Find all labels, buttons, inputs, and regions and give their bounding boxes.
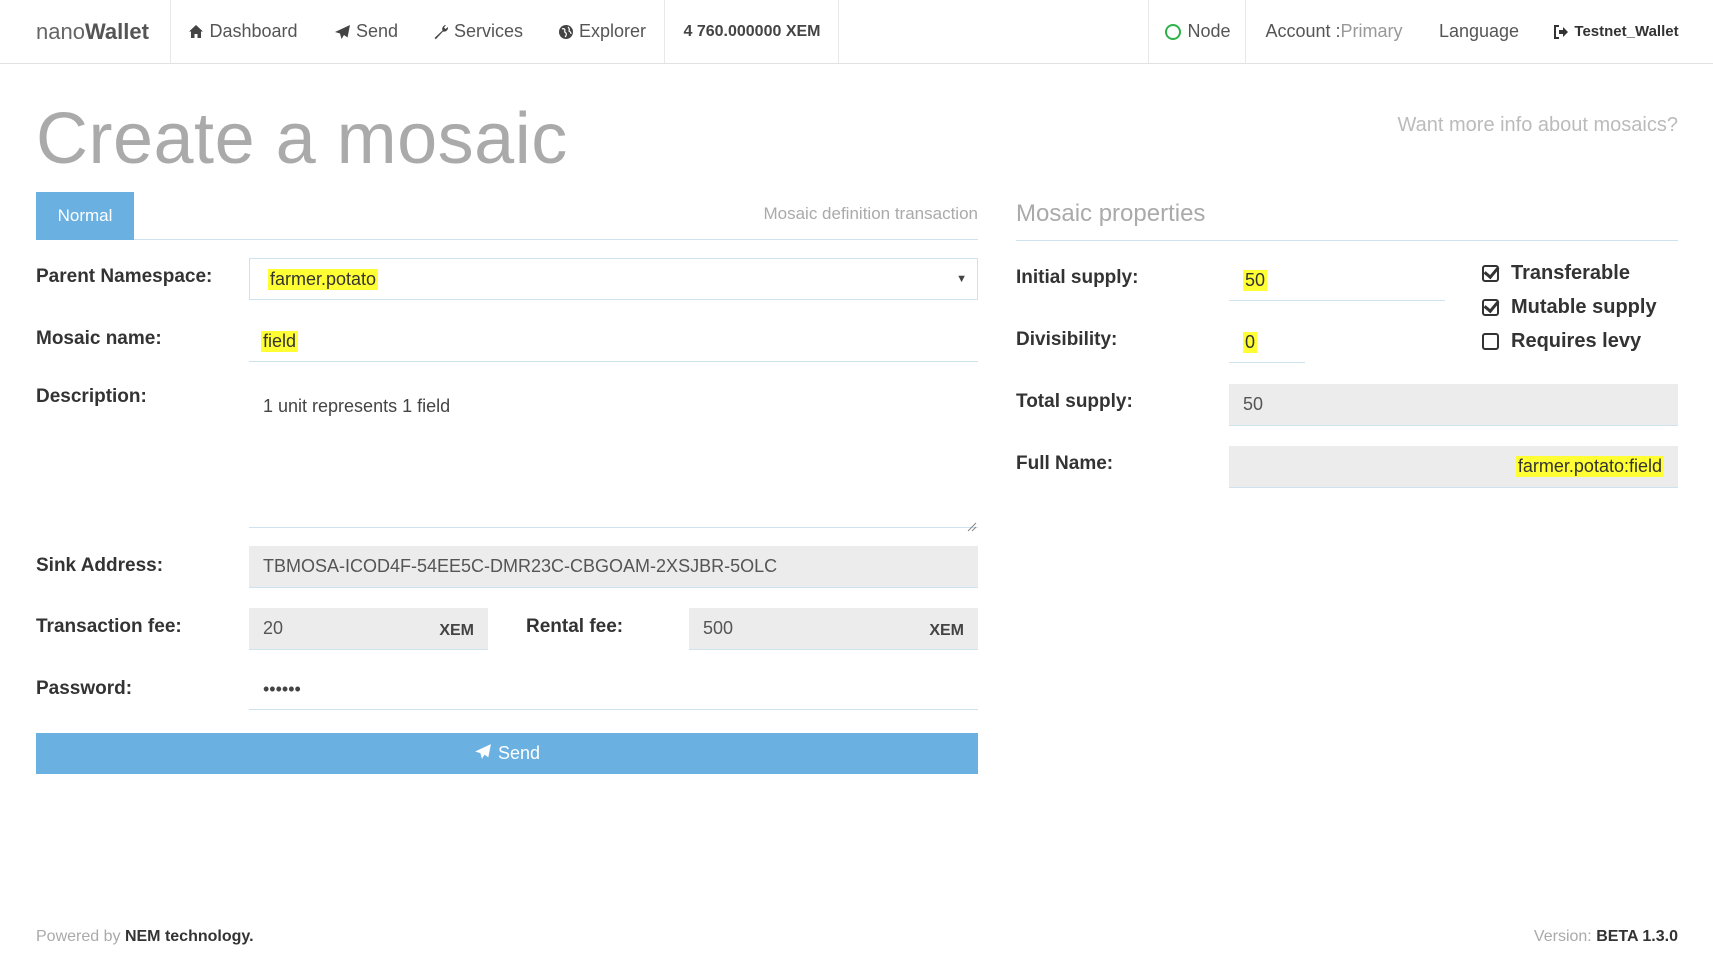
requires-levy-label: Requires levy	[1511, 330, 1642, 352]
checkbox-checked-icon	[1482, 265, 1499, 282]
total-supply-field: 50	[1229, 384, 1678, 426]
password-input[interactable]: ••••••	[249, 670, 978, 710]
nav-services-label: Services	[453, 21, 524, 41]
nav-account-label: Account :	[1265, 21, 1341, 41]
nav-send[interactable]: Send	[332, 0, 400, 63]
rental-fee-field: 500 XEM	[689, 608, 978, 650]
nav-dashboard-label: Dashboard	[209, 21, 298, 41]
send-button-label: Send	[497, 743, 541, 763]
full-name-value: farmer.potato:field	[1515, 456, 1664, 477]
password-value: ••••••	[263, 679, 301, 699]
nav-explorer[interactable]: Explorer	[558, 0, 646, 63]
sign-out-icon	[1553, 24, 1569, 39]
transferable-label: Transferable	[1511, 262, 1630, 284]
nav-divider	[1245, 0, 1246, 63]
brand-prefix: nano	[36, 18, 85, 44]
nav-language[interactable]: Language	[1436, 0, 1522, 63]
balance-display: 4 760.000000 XEM	[683, 22, 821, 40]
password-label: Password:	[36, 678, 133, 699]
paper-plane-icon	[334, 24, 351, 40]
nav-explorer-label: Explorer	[578, 21, 647, 41]
nav-send-label: Send	[355, 21, 399, 41]
mosaic-properties-title: Mosaic properties	[1016, 200, 1206, 227]
mosaic-name-label: Mosaic name:	[36, 328, 162, 349]
nav-node[interactable]: Node	[1160, 0, 1236, 63]
transaction-fee-unit: XEM	[439, 622, 474, 639]
nav-divider	[170, 0, 171, 63]
nav-account[interactable]: Account : Primary	[1262, 0, 1406, 63]
node-status-icon	[1165, 23, 1182, 40]
parent-namespace-value: farmer.potato	[268, 268, 379, 290]
caret-down-icon: ▼	[956, 273, 967, 285]
brand-suffix: Wallet	[84, 18, 149, 44]
mosaic-name-value: field	[261, 331, 299, 352]
nav-account-value: Primary	[1340, 21, 1403, 41]
divisibility-label: Divisibility:	[1016, 329, 1118, 350]
nav-dashboard[interactable]: Dashboard	[188, 0, 298, 63]
description-label: Description:	[36, 386, 147, 407]
transaction-fee-value: 20	[263, 618, 284, 638]
sink-address-field: TBMOSA-ICOD4F-54EE5C-DMR23C-CBGOAM-2XSJB…	[249, 546, 978, 588]
description-value: 1 unit represents 1 field	[263, 396, 451, 416]
rental-fee-unit: XEM	[929, 622, 964, 639]
parent-namespace-select[interactable]: farmer.potato ▼	[249, 258, 978, 300]
nav-divider	[838, 0, 839, 63]
nav-divider	[664, 0, 665, 63]
nav-language-label: Language	[1438, 21, 1520, 41]
tab-normal[interactable]: Normal	[36, 192, 134, 240]
home-icon	[188, 24, 204, 39]
divisibility-input[interactable]: 0	[1229, 323, 1305, 363]
wrench-icon	[433, 24, 449, 40]
footer-version-prefix: Version:	[1533, 928, 1597, 945]
initial-supply-input[interactable]: 50	[1229, 261, 1445, 301]
description-textarea[interactable]: 1 unit represents 1 field	[249, 378, 978, 532]
top-navbar: nano Wallet Dashboard Send Services Explo…	[0, 0, 1713, 64]
checkbox-checked-icon	[1482, 299, 1499, 316]
total-supply-label: Total supply:	[1016, 391, 1133, 412]
sink-address-label: Sink Address:	[36, 555, 164, 576]
footer-nem-link[interactable]: NEM technology.	[125, 928, 254, 945]
globe-icon	[558, 24, 574, 40]
initial-supply-label: Initial supply:	[1016, 267, 1139, 288]
mosaic-name-input[interactable]: field	[249, 322, 978, 362]
full-name-label: Full Name:	[1016, 453, 1114, 474]
mutable-supply-checkbox[interactable]: Mutable supply	[1482, 296, 1657, 319]
tab-caption: Mosaic definition transaction	[763, 204, 978, 223]
nav-node-label: Node	[1187, 21, 1231, 41]
resize-grip-icon[interactable]	[967, 516, 977, 532]
mosaic-info-link[interactable]: Want more info about mosaics?	[1398, 114, 1679, 137]
wallet-name: Testnet_Wallet	[1574, 23, 1679, 40]
send-button[interactable]: Send	[36, 733, 978, 774]
footer-version: Version: BETA 1.3.0	[1534, 928, 1678, 946]
footer-powered-prefix: Powered by	[36, 928, 125, 945]
transferable-checkbox[interactable]: Transferable	[1482, 262, 1630, 285]
nav-divider	[1148, 0, 1149, 63]
checkbox-unchecked-icon	[1482, 333, 1499, 350]
initial-supply-value: 50	[1243, 270, 1268, 291]
transaction-fee-field: 20 XEM	[249, 608, 488, 650]
paper-plane-icon	[474, 743, 498, 765]
nav-wallet-logout[interactable]: Testnet_Wallet	[1552, 0, 1680, 63]
rental-fee-label: Rental fee:	[526, 616, 624, 637]
properties-divider	[1016, 240, 1678, 241]
rental-fee-value: 500	[703, 618, 734, 638]
full-name-field: farmer.potato:field	[1229, 446, 1678, 488]
footer-version-value: BETA 1.3.0	[1596, 928, 1678, 945]
nav-services[interactable]: Services	[432, 0, 524, 63]
brand-logo[interactable]: nano Wallet	[36, 0, 156, 63]
mutable-supply-label: Mutable supply	[1511, 296, 1657, 318]
requires-levy-checkbox[interactable]: Requires levy	[1482, 330, 1641, 353]
tab-bar: Normal Mosaic definition transaction	[36, 192, 978, 240]
transaction-fee-label: Transaction fee:	[36, 616, 182, 637]
parent-namespace-label: Parent Namespace:	[36, 266, 213, 287]
divisibility-value: 0	[1243, 332, 1258, 353]
footer-powered-by: Powered by NEM technology.	[36, 928, 254, 946]
page-title: Create a mosaic	[36, 99, 568, 179]
